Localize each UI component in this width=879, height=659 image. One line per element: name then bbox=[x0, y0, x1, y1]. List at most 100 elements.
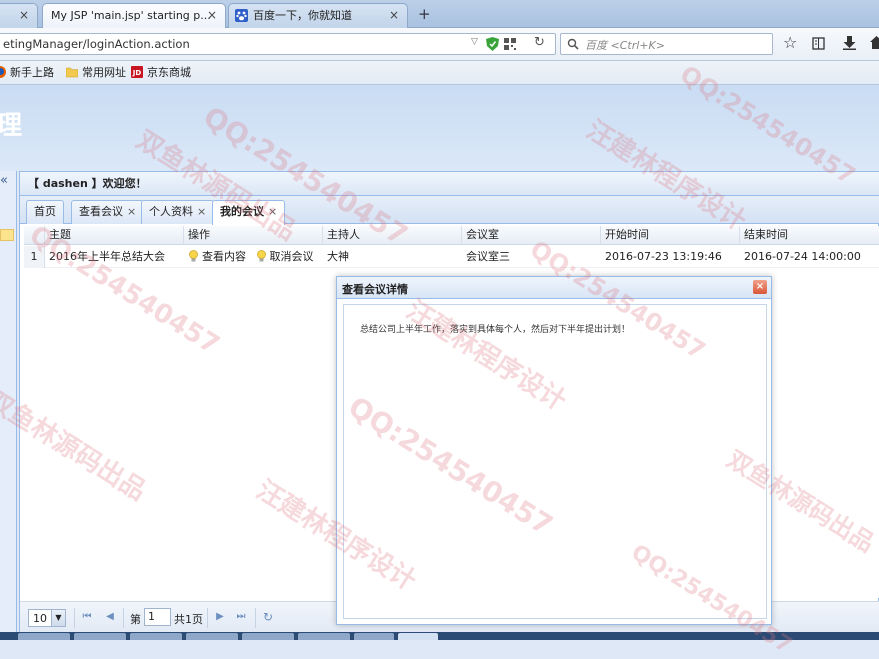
pager-separator bbox=[74, 608, 75, 628]
tab-label: 我的会议 bbox=[220, 205, 264, 218]
pager-separator bbox=[255, 608, 256, 628]
browser-tab-label: 百度一下，你就知道 bbox=[253, 9, 352, 22]
grid-header-rownum bbox=[24, 226, 45, 245]
grid-header-start[interactable]: 开始时间 bbox=[601, 226, 740, 245]
firefox-icon bbox=[0, 66, 6, 78]
grid-header-end[interactable]: 结束时间 bbox=[740, 226, 879, 245]
reading-list-icon[interactable] bbox=[812, 37, 825, 50]
welcome-text: 【 dashen 】欢迎您！ bbox=[20, 172, 879, 196]
left-nav-selected-item[interactable] bbox=[0, 229, 14, 241]
meeting-content-text: 总结公司上半年工作，落实到具体每个人，然后对下半年提出计划！ bbox=[360, 325, 631, 335]
search-placeholder: 百度 <Ctrl+K> bbox=[585, 39, 665, 52]
browser-tab-previous[interactable]: × bbox=[0, 3, 38, 28]
dialog-header[interactable]: 查看会议详情 × bbox=[337, 277, 771, 299]
cell-start-time: 2016-07-23 13:19:46 bbox=[605, 250, 722, 263]
taskbar-item[interactable] bbox=[130, 633, 182, 640]
tab-profile[interactable]: 个人资料 × bbox=[141, 200, 215, 224]
tab-view-meetings[interactable]: 查看会议 × bbox=[71, 200, 145, 224]
taskbar-item[interactable] bbox=[186, 633, 238, 640]
row-number: 1 bbox=[24, 246, 45, 268]
page-size-value: 10 bbox=[33, 612, 47, 625]
folder-icon bbox=[66, 67, 78, 78]
search-box[interactable]: 百度 <Ctrl+K> bbox=[560, 33, 773, 55]
refresh-icon[interactable]: ↻ bbox=[262, 611, 274, 623]
dialog-title: 查看会议详情 bbox=[342, 283, 408, 296]
taskbar-item-active[interactable] bbox=[398, 633, 438, 640]
cancel-meeting-link[interactable]: 取消会议 bbox=[256, 250, 314, 263]
app-header-banner: 理 bbox=[0, 85, 879, 171]
lightbulb-icon bbox=[256, 250, 266, 262]
os-taskbar bbox=[0, 632, 879, 640]
grid-header-actions[interactable]: 操作 bbox=[184, 226, 323, 245]
page-total: 共1页 bbox=[174, 613, 203, 626]
close-icon[interactable]: × bbox=[19, 4, 29, 26]
tab-close-icon[interactable]: × bbox=[268, 205, 277, 218]
tab-home[interactable]: 首页 bbox=[26, 200, 64, 224]
star-icon[interactable]: ☆ bbox=[783, 33, 797, 52]
browser-tab-main-jsp[interactable]: My JSP 'main.jsp' starting p... × bbox=[42, 3, 226, 29]
left-nav-panel: « bbox=[0, 171, 17, 640]
close-icon[interactable]: × bbox=[207, 4, 217, 26]
tab-close-icon[interactable]: × bbox=[197, 205, 206, 218]
dialog-body: 总结公司上半年工作，落实到具体每个人，然后对下半年提出计划！ bbox=[343, 304, 767, 619]
bookmark-jd[interactable]: JD 京东商城 bbox=[131, 65, 191, 81]
home-icon[interactable] bbox=[870, 36, 879, 50]
cell-room: 会议室三 bbox=[466, 250, 510, 263]
taskbar-item[interactable] bbox=[354, 633, 394, 640]
tab-close-icon[interactable]: × bbox=[127, 205, 136, 218]
bookmark-common-sites[interactable]: 常用网址 bbox=[66, 65, 126, 81]
pager-separator bbox=[207, 608, 208, 628]
shield-icon[interactable] bbox=[486, 37, 499, 51]
bookmark-label: 新手上路 bbox=[10, 66, 54, 79]
prev-page-icon[interactable]: ◀ bbox=[104, 611, 116, 623]
qrcode-icon[interactable] bbox=[504, 38, 516, 50]
cell-actions: 查看内容 取消会议 bbox=[184, 246, 323, 268]
svg-text:JD: JD bbox=[132, 69, 142, 77]
chevron-down-icon[interactable]: ▼ bbox=[51, 610, 65, 626]
meeting-detail-dialog: 查看会议详情 × 总结公司上半年工作，落实到具体每个人，然后对下半年提出计划！ bbox=[336, 276, 772, 625]
tab-label: 个人资料 bbox=[149, 205, 193, 218]
browser-tab-baidu[interactable]: 百度一下，你就知道 × bbox=[228, 3, 408, 28]
tab-label: 首页 bbox=[34, 205, 56, 218]
url-text[interactable]: etingManager/loginAction.action bbox=[3, 37, 190, 51]
chevron-down-icon[interactable]: ▽ bbox=[471, 37, 478, 47]
browser-tab-label: My JSP 'main.jsp' starting p... bbox=[51, 9, 211, 22]
taskbar-item[interactable] bbox=[298, 633, 350, 640]
tab-label: 查看会议 bbox=[79, 205, 123, 218]
content-tab-bar: 首页 查看会议 × 个人资料 × 我的会议 × bbox=[20, 196, 879, 225]
grid-header: 主题 操作 主持人 会议室 开始时间 结束时间 bbox=[24, 226, 879, 245]
bookmark-label: 常用网址 bbox=[82, 66, 126, 79]
page-size-select[interactable]: 10 ▼ bbox=[28, 609, 66, 627]
bookmark-newbie[interactable]: 新手上路 bbox=[0, 65, 54, 81]
browser-tab-strip: × My JSP 'main.jsp' starting p... × 百度一下… bbox=[0, 0, 879, 29]
grid-header-host[interactable]: 主持人 bbox=[323, 226, 462, 245]
taskbar-item[interactable] bbox=[18, 633, 70, 640]
bookmark-label: 京东商城 bbox=[147, 66, 191, 79]
collapse-left-icon[interactable]: « bbox=[0, 173, 12, 188]
next-page-icon[interactable]: ▶ bbox=[214, 611, 226, 623]
taskbar-item[interactable] bbox=[242, 633, 294, 640]
new-tab-button[interactable]: + bbox=[418, 5, 431, 23]
dialog-close-button[interactable]: × bbox=[753, 280, 767, 294]
last-page-icon[interactable]: ⏭ bbox=[235, 611, 247, 623]
tab-my-meetings[interactable]: 我的会议 × bbox=[212, 200, 286, 225]
close-icon[interactable]: × bbox=[389, 4, 399, 26]
view-content-label: 查看内容 bbox=[202, 250, 246, 263]
grid-header-room[interactable]: 会议室 bbox=[462, 226, 601, 245]
cancel-meeting-label: 取消会议 bbox=[269, 250, 314, 263]
address-bar[interactable]: etingManager/loginAction.action ▽ ↻ bbox=[0, 33, 556, 55]
taskbar-item[interactable] bbox=[74, 633, 126, 640]
page-number-input[interactable]: 1 bbox=[144, 608, 171, 626]
first-page-icon[interactable]: ⏮ bbox=[81, 611, 93, 623]
cell-host: 大神 bbox=[327, 250, 349, 263]
cell-subject: 2016年上半年总结大会 bbox=[49, 250, 165, 263]
reload-icon[interactable]: ↻ bbox=[534, 35, 545, 50]
view-content-link[interactable]: 查看内容 bbox=[188, 250, 250, 263]
baidu-paw-icon bbox=[235, 9, 248, 22]
bookmarks-bar: 新手上路 常用网址 JD 京东商城 bbox=[0, 61, 879, 85]
download-icon[interactable] bbox=[843, 36, 856, 50]
table-row[interactable]: 1 2016年上半年总结大会 查看内容 取消会议 大神 会议室三 2016-07… bbox=[24, 246, 879, 268]
app-title: 理 bbox=[0, 111, 24, 141]
browser-nav-bar: etingManager/loginAction.action ▽ ↻ 百度 <… bbox=[0, 28, 879, 61]
grid-header-subject[interactable]: 主题 bbox=[45, 226, 184, 245]
